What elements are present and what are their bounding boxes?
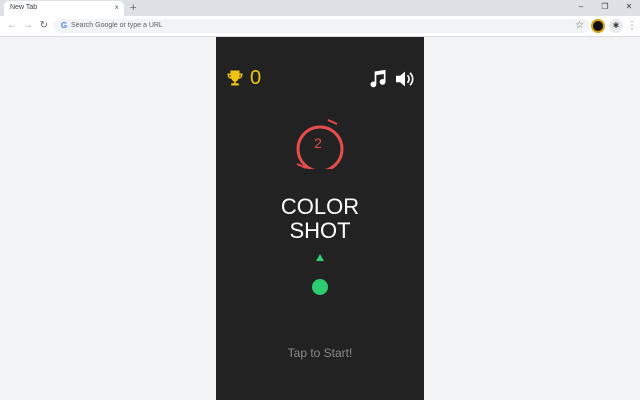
extensions-puzzle-icon[interactable]: ✱ [609, 19, 623, 33]
close-tab-icon[interactable]: × [114, 3, 119, 13]
tab-new-tab[interactable]: New Tab × [4, 1, 124, 16]
back-button[interactable]: ← [6, 20, 18, 32]
tab-strip: New Tab × + – ❐ ✕ [0, 0, 640, 16]
start-prompt[interactable]: Tap to Start! [216, 346, 424, 360]
extension-avatar-icon[interactable] [591, 19, 605, 33]
title-line-1: COLOR [280, 194, 360, 219]
ring-counter: 2 [314, 135, 322, 151]
restore-button[interactable]: ❐ [594, 1, 616, 13]
game-canvas[interactable]: 0 2 COLOR SHOT Tap to Start! [216, 37, 424, 400]
forward-button[interactable]: → [22, 20, 34, 32]
reload-button[interactable]: ↻ [38, 20, 50, 32]
address-bar[interactable]: G Search Google or type a URL ☆ [54, 19, 590, 33]
browser-toolbar: ← → ↻ G Search Google or type a URL ☆ ✱ … [0, 16, 640, 37]
music-icon[interactable] [368, 69, 388, 89]
title-line-2: SHOT [289, 218, 351, 243]
browser-menu-icon[interactable]: ⋮ [627, 19, 637, 33]
sound-icon[interactable] [394, 70, 416, 88]
new-tab-button[interactable]: + [130, 2, 136, 14]
game-title: COLOR SHOT [216, 195, 424, 243]
player-ball [312, 279, 328, 295]
google-icon: G [60, 21, 68, 30]
close-window-button[interactable]: ✕ [618, 1, 640, 13]
address-bar-placeholder[interactable]: Search Google or type a URL [71, 22, 163, 29]
bookmark-star-icon[interactable]: ☆ [575, 20, 584, 32]
minimize-button[interactable]: – [570, 1, 592, 13]
tab-title: New Tab [10, 4, 38, 11]
score-value: 0 [250, 67, 262, 89]
trophy-icon [227, 70, 243, 86]
shooter-arrow-icon [316, 254, 324, 261]
